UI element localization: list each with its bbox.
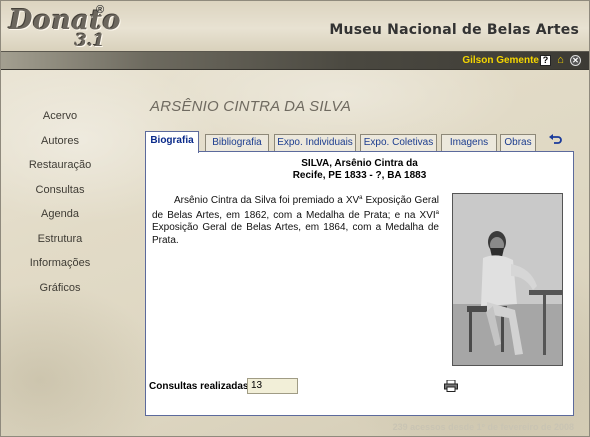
tab-biografia[interactable]: Biografia [145,131,199,153]
window-frame [0,0,590,437]
